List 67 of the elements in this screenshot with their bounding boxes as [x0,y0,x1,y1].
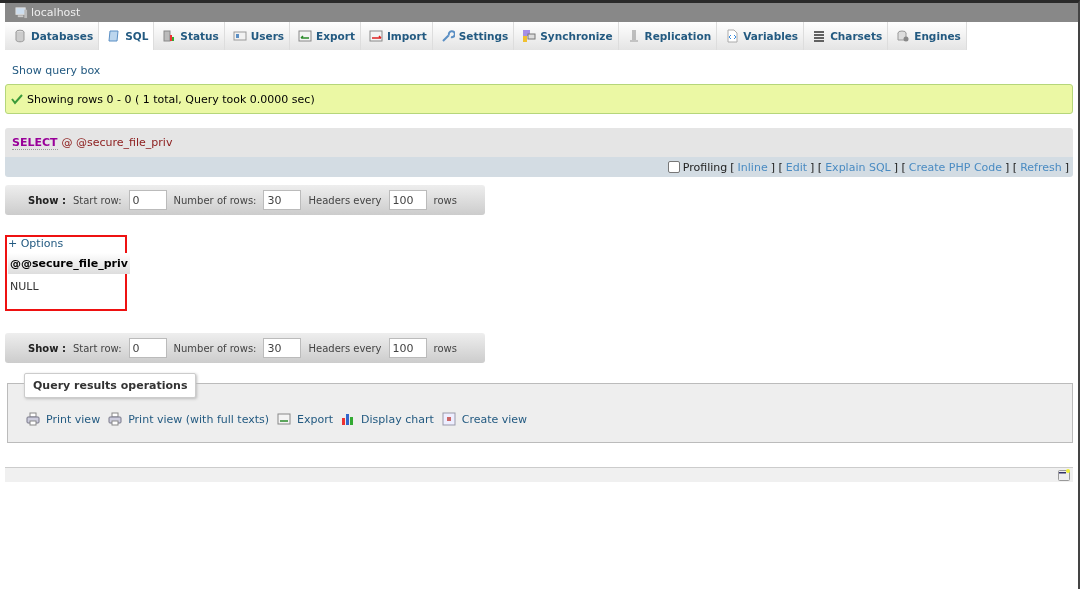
column-header[interactable]: @@secure_file_priv [8,253,130,274]
number-of-rows-field[interactable]: 30 [263,190,302,210]
table-icon [298,29,313,43]
code-icon [725,29,740,43]
lines-icon [812,29,827,43]
start-row-field[interactable]: 0 [128,338,167,358]
windows-icon [522,29,537,43]
wrench-icon [440,29,455,43]
server-icon [15,6,28,19]
rows-label: rows [433,342,457,354]
tab[interactable]: Users [224,22,291,50]
number-of-rows-label: Number of rows: [173,194,257,206]
chart-icon [162,29,177,43]
operation-link[interactable]: Print view [46,412,101,426]
bracket: ] [ [770,160,783,174]
profiling-label: Profiling [682,160,728,174]
number-of-rows-field[interactable]: 30 [263,338,302,358]
tab[interactable]: Variables [717,22,805,50]
printer-icon [108,412,123,426]
bracket: ] [1064,160,1069,174]
operation-link[interactable]: Print view (with full texts) [128,412,270,426]
start-row-field[interactable]: 0 [128,190,167,210]
show-label: Show : [28,194,66,206]
operations-legend: Query results operations [24,373,197,398]
profiling-checkbox[interactable] [667,161,680,173]
window-icon [441,412,456,426]
operation-link[interactable]: Export [297,412,334,426]
operation-link[interactable]: Create view [461,412,528,426]
show-query-box-link[interactable]: Show query box [12,64,101,77]
show-label: Show : [28,342,66,354]
scroll-icon [107,29,122,43]
start-row-label: Start row: [72,194,122,206]
table-icon [277,412,292,426]
bracket: ] [ [893,160,906,174]
message-text: Showing rows 0 - 0 ( 1 total, Query took 0.0000 sec) [27,92,315,106]
tab[interactable]: Charsets [804,22,889,50]
tab[interactable]: Import [360,22,433,50]
operation-link[interactable]: Display chart [361,412,434,426]
sql-query-text: @ @secure_file_priv [61,136,173,149]
tab[interactable]: Synchronize [514,22,619,50]
bracket: ] [ [810,160,823,174]
rows-label: rows [433,194,457,206]
tab[interactable]: Replication [618,22,718,50]
sql-keyword: SELECT [12,135,58,150]
headers-every-label: Headers every [308,194,382,206]
bracket: ] [ [1005,160,1018,174]
start-row-label: Start row: [72,342,122,354]
table-icon [368,29,383,43]
window-title: localhost [31,6,81,19]
tab[interactable]: Databases [5,22,100,50]
bracket: [ [730,160,735,174]
checkmark-icon [11,93,23,105]
card-icon [232,29,247,43]
headers-every-field[interactable]: 100 [388,338,427,358]
tab[interactable]: Export [290,22,361,50]
tab[interactable]: Status [154,22,225,50]
printer-icon [26,412,40,426]
table-cell: NULL [8,274,130,299]
tab[interactable]: Settings [432,22,515,50]
tab[interactable]: Engines [888,22,967,50]
options-link[interactable]: + Options [8,237,125,250]
headers-every-field[interactable]: 100 [388,190,427,210]
headers-every-label: Headers every [308,342,382,354]
bar-chart-icon [341,412,356,426]
gear-icon [896,29,911,43]
database-icon [13,29,27,43]
number-of-rows-label: Number of rows: [173,342,257,354]
